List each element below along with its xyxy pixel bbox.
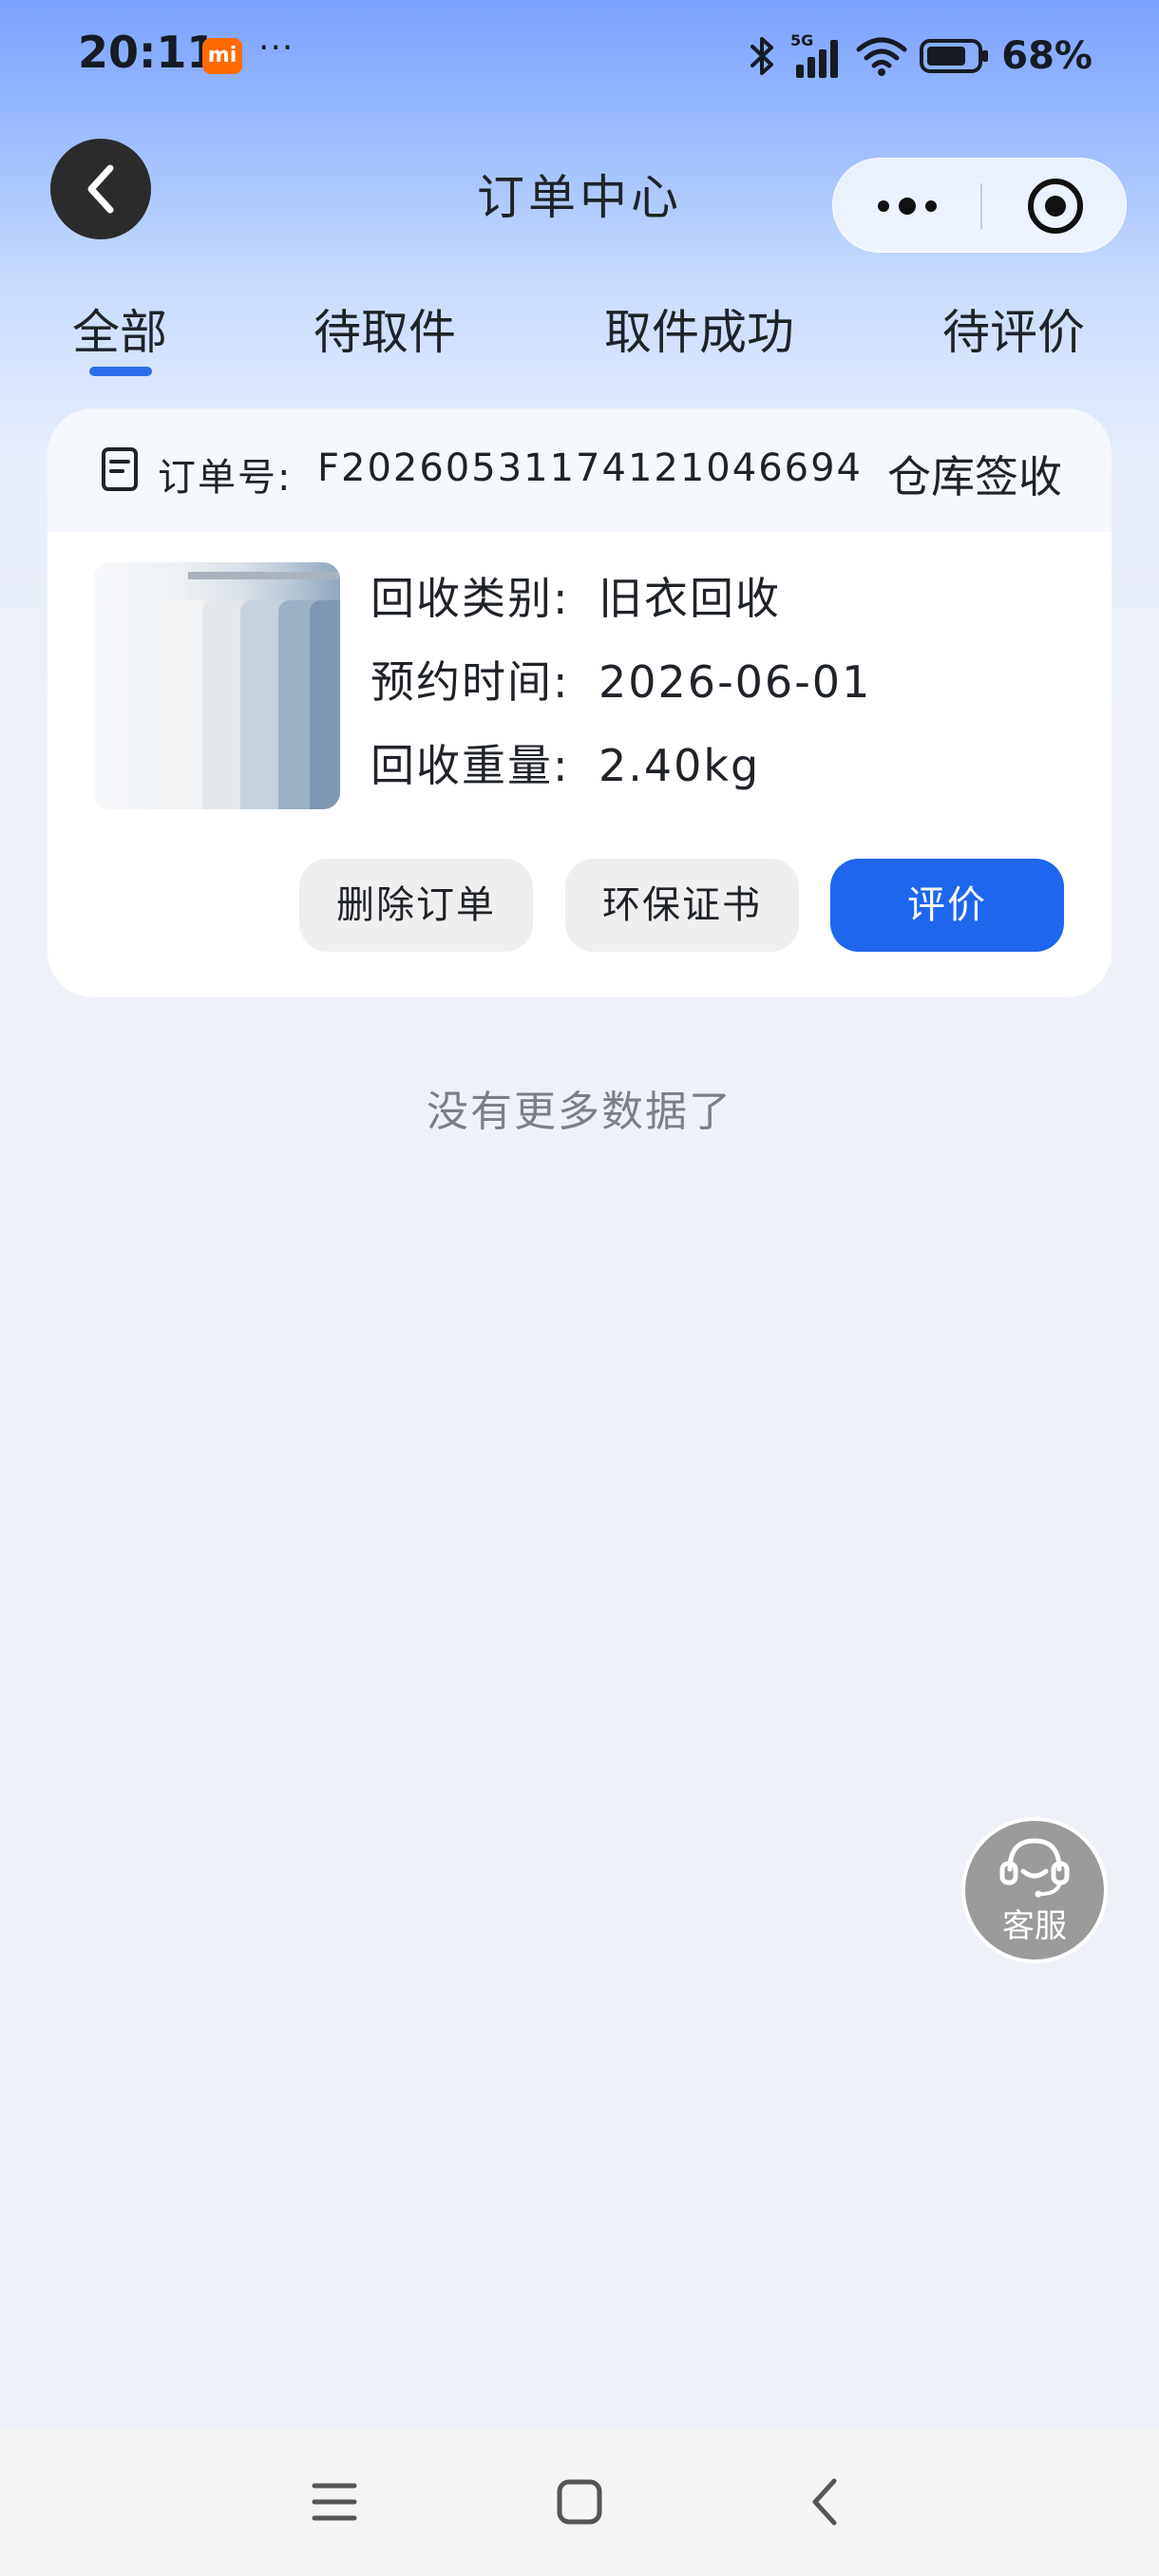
signal-icon: 5G	[790, 32, 839, 78]
more-dots-icon[interactable]	[833, 159, 980, 254]
status-bar: 20:11 mi ··· 5G 68%	[0, 0, 1159, 114]
target-close-icon[interactable]	[982, 159, 1128, 254]
recycle-weight-value: 2.40kg	[598, 740, 761, 791]
recycle-weight-label: 回收重量:	[370, 740, 570, 791]
order-number: F20260531174121046694	[317, 446, 863, 490]
recycle-category-value: 旧衣回收	[598, 573, 781, 624]
tab-pickup-success[interactable]: 取件成功	[604, 294, 794, 363]
battery-icon	[920, 39, 989, 73]
appointment-time-row: 预约时间: 2026-06-01	[370, 648, 871, 710]
order-card[interactable]: 订单号: F20260531174121046694 仓库签收 回收类别: 旧衣回…	[48, 408, 1112, 997]
customer-service-button[interactable]: 客服	[961, 1817, 1108, 1963]
no-more-data-text: 没有更多数据了	[427, 1088, 732, 1136]
wifi-icon	[856, 37, 907, 76]
order-tabs: 全部 待取件 取件成功 待评价	[0, 285, 1159, 389]
order-number-label: 订单号:	[158, 456, 293, 500]
review-button[interactable]: 评价	[830, 859, 1064, 952]
back-nav-icon[interactable]	[787, 2464, 863, 2540]
status-time: 20:11	[78, 27, 218, 78]
recycle-weight-row: 回收重量: 2.40kg	[370, 731, 760, 794]
headset-icon	[999, 1837, 1070, 1897]
tab-active-indicator	[89, 367, 152, 376]
order-status: 仓库签收	[887, 451, 1062, 502]
order-card-header: 订单号: F20260531174121046694 仓库签收	[48, 408, 1112, 532]
appointment-time-value: 2026-06-01	[598, 656, 872, 708]
eco-certificate-button[interactable]: 环保证书	[565, 859, 799, 952]
home-icon[interactable]	[542, 2464, 618, 2540]
clothes-thumbnail	[93, 562, 340, 809]
bluetooth-icon	[750, 37, 774, 75]
status-icons: 5G 68%	[747, 25, 1092, 87]
tab-pending-pickup[interactable]: 待取件	[314, 294, 456, 363]
network-type: 5G	[790, 32, 813, 49]
system-nav-bar	[0, 2428, 1159, 2576]
mi-app-icon: mi	[202, 38, 242, 74]
mini-program-capsule	[832, 158, 1127, 253]
appointment-time-label: 预约时间:	[370, 656, 570, 708]
tab-pending-review[interactable]: 待评价	[942, 294, 1085, 363]
recycle-category-row: 回收类别: 旧衣回收	[370, 564, 781, 627]
customer-service-label: 客服	[1002, 1906, 1067, 1945]
order-center-screen: 20:11 mi ··· 5G 68% 订单中心 全部 待取件 取件成功 待评价…	[0, 0, 1159, 2576]
tab-all[interactable]: 全部	[72, 294, 167, 363]
document-icon	[102, 447, 138, 491]
recent-apps-icon[interactable]	[296, 2464, 372, 2540]
delete-order-button[interactable]: 删除订单	[299, 859, 533, 952]
battery-percent: 68%	[1001, 34, 1092, 78]
notification-more-icon: ···	[258, 28, 294, 67]
recycle-category-label: 回收类别:	[370, 573, 570, 624]
